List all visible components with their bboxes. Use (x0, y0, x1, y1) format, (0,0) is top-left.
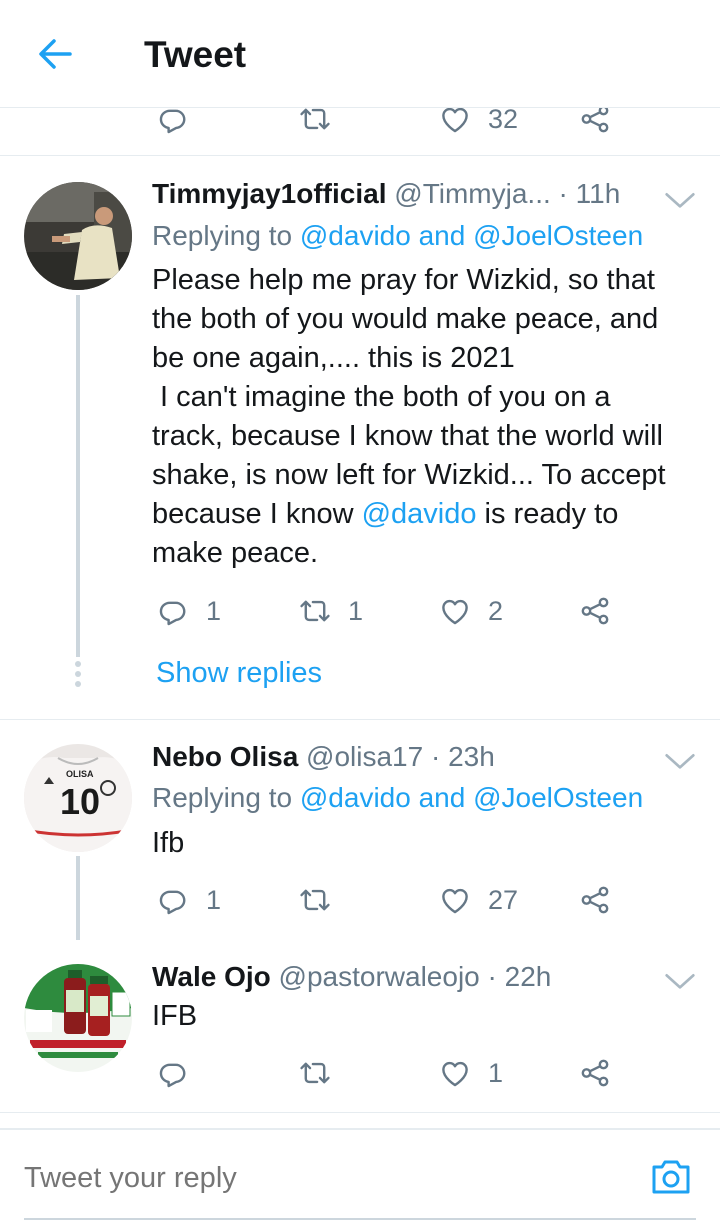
display-name[interactable]: Timmyjay1official (152, 178, 386, 209)
tweet-text-line: because I know @davido is ready to (152, 495, 697, 534)
divider (0, 1112, 720, 1113)
tweet-header: Nebo Olisa @olisa17 · 23h (152, 741, 495, 773)
user-photo-image (24, 182, 132, 290)
like-button[interactable]: 1 (438, 1056, 503, 1090)
separator: · (423, 741, 449, 772)
text-segment: because I know (152, 498, 362, 530)
like-count: 27 (488, 884, 519, 915)
tweet-text: Ifb (152, 827, 185, 859)
input-underline (24, 1218, 696, 1220)
heart-icon (438, 883, 472, 917)
like-button[interactable]: 27 (438, 883, 518, 917)
reply-count: 1 (206, 595, 222, 626)
like-count: 1 (488, 1057, 504, 1088)
speech-bubble-icon (156, 594, 190, 628)
avatar[interactable] (24, 182, 132, 290)
jersey-number: 10 (60, 781, 100, 822)
tweet-text-line: shake, is now left for Wizkid... To acce… (152, 459, 666, 491)
reply-count: 1 (206, 884, 222, 915)
tweet-text-line: be one again,.... this is 2021 (152, 342, 515, 374)
tweet-text: Please help me pray for Wizkid, so that … (152, 261, 697, 573)
retweet-icon (298, 1056, 332, 1090)
reply-button[interactable]: 1 (156, 594, 221, 628)
tweet-card[interactable]: Wale Ojo @pastorwaleojo · 22h IFB 1 (0, 940, 720, 1112)
tweet-header: Wale Ojo @pastorwaleojo · 22h (152, 961, 551, 993)
retweet-count: 1 (348, 595, 364, 626)
share-button[interactable] (578, 883, 612, 917)
reply-button[interactable] (156, 1056, 190, 1090)
reply-button[interactable]: 1 (156, 883, 221, 917)
reply-input[interactable] (24, 1148, 624, 1208)
display-name[interactable]: Nebo Olisa (152, 741, 298, 772)
chevron-down-icon[interactable] (664, 750, 696, 774)
page-title: Tweet (144, 34, 247, 75)
show-replies-link[interactable]: Show replies (156, 657, 322, 690)
speech-bubble-icon (156, 883, 190, 917)
arrow-left-icon (39, 39, 72, 69)
share-button[interactable] (578, 1056, 612, 1090)
separator: · (479, 961, 505, 992)
replying-prefix: Replying to (152, 782, 300, 813)
speech-bubble-icon (156, 1056, 190, 1090)
replying-mentions-link[interactable]: @davido and @JoelOsteen (300, 220, 643, 251)
heart-icon (438, 1056, 472, 1090)
mention-link[interactable]: @davido (362, 498, 477, 530)
share-icon (578, 883, 612, 917)
like-count: 32 (488, 103, 519, 134)
chevron-down-icon[interactable] (664, 970, 696, 994)
share-button[interactable] (578, 594, 612, 628)
retweet-icon (298, 594, 332, 628)
product-banner-image (24, 964, 132, 1072)
tweet-card[interactable]: OLISA 10 Nebo Olisa @olisa17 · 23h Reply… (0, 720, 720, 940)
replying-mentions-link[interactable]: @davido and @JoelOsteen (300, 782, 643, 813)
tweet-text-line: track, because I know that the world wil… (152, 420, 663, 452)
share-icon (578, 594, 612, 628)
avatar[interactable] (24, 964, 132, 1072)
camera-icon (652, 1160, 690, 1194)
user-handle[interactable]: @olisa17 (306, 741, 423, 772)
tweet-text-line: Please help me pray for Wizkid, so that (152, 264, 655, 296)
thread-dots (74, 661, 82, 691)
timestamp[interactable]: 11h (576, 178, 621, 209)
thread-line (76, 295, 80, 657)
like-count: 2 (488, 595, 504, 626)
tweet-text-line: the both of you would make peace, and (152, 303, 659, 335)
back-button[interactable] (34, 34, 78, 74)
tweet-text-line: I can't imagine the both of you on a (152, 381, 611, 413)
share-icon (578, 1056, 612, 1090)
tweet-header: Timmyjay1official @Timmyja... · 11h (152, 178, 620, 210)
replying-to: Replying to @davido and @JoelOsteen (152, 782, 643, 814)
user-handle[interactable]: @Timmyja... (394, 178, 551, 209)
retweet-button[interactable] (298, 1056, 332, 1090)
separator: · (550, 178, 576, 209)
timestamp[interactable]: 23h (448, 741, 495, 772)
user-handle[interactable]: @pastorwaleojo (279, 961, 480, 992)
jersey-photo-image: OLISA 10 (24, 744, 132, 852)
text-segment: is ready to (476, 498, 619, 530)
display-name[interactable]: Wale Ojo (152, 961, 271, 992)
tweet-card[interactable]: Timmyjay1official @Timmyja... · 11h Repl… (0, 157, 720, 719)
retweet-button[interactable] (298, 883, 332, 917)
heart-icon (438, 594, 472, 628)
replying-to: Replying to @davido and @JoelOsteen (152, 220, 643, 252)
retweet-button[interactable]: 1 (298, 594, 363, 628)
like-button[interactable]: 2 (438, 594, 503, 628)
reply-composer (0, 1128, 720, 1228)
replying-prefix: Replying to (152, 220, 300, 251)
tweet-text: IFB (152, 1000, 198, 1032)
timestamp[interactable]: 22h (505, 961, 552, 992)
avatar[interactable]: OLISA 10 (24, 744, 132, 852)
thread-line (76, 856, 80, 940)
top-app-bar: Tweet (0, 0, 720, 108)
chevron-down-icon[interactable] (664, 189, 696, 213)
retweet-icon (298, 883, 332, 917)
jersey-name: OLISA (66, 769, 94, 779)
tweet-text-line: make peace. (152, 537, 319, 569)
camera-button[interactable] (648, 1154, 694, 1200)
